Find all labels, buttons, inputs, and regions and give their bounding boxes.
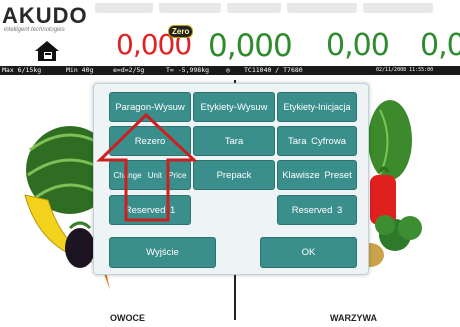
eggplant-icon <box>65 221 95 268</box>
target-icon: ◎ <box>226 66 230 74</box>
broccoli-icon <box>375 215 422 251</box>
reserved-3-button[interactable]: Reserved 3 <box>277 195 357 225</box>
brand-tagline: intelligent technologies <box>4 27 65 33</box>
status-min: Min 40g <box>66 66 94 74</box>
top-tab-strip <box>95 0 460 13</box>
status-division: e=d=2/5g <box>113 66 145 74</box>
scale-header: AKUDO intelligent technologies 0,000 Zer… <box>0 0 460 66</box>
ok-button[interactable]: OK <box>260 237 357 268</box>
rezero-button[interactable]: Rezero <box>109 126 191 156</box>
status-bar: Max 6/15kg Min 40g e=d=2/5g T= -5,998kg … <box>0 66 460 75</box>
receipt-feed-button[interactable]: Paragon-Wysuw <box>109 92 191 122</box>
tare-button[interactable]: Tara <box>193 126 275 156</box>
preset-keys-button[interactable]: Klawisze Preset <box>277 160 357 190</box>
home-icon[interactable] <box>34 40 60 62</box>
label-init-button[interactable]: Etykiety-Inicjacja <box>277 92 357 122</box>
exit-button[interactable]: Wyjście <box>109 237 216 268</box>
cabbage-icon <box>368 100 412 180</box>
total-price-display: 0,00 <box>326 28 390 63</box>
unit-price-display: 0,000 <box>208 28 293 64</box>
reserved-1-button[interactable]: Reserved 1 <box>109 195 191 225</box>
brand-logo: AKUDO <box>2 3 88 28</box>
status-terminal: TC11040 / T7680 <box>244 66 303 74</box>
prepack-button[interactable]: Prepack <box>193 160 275 190</box>
label-feed-button[interactable]: Etykiety-Wysuw <box>193 92 275 122</box>
function-menu-dialog: Paragon-Wysuw Etykiety-Wysuw Etykiety-In… <box>93 83 369 275</box>
extra-display: 0,0 <box>420 28 460 63</box>
zero-badge: Zero <box>168 25 194 38</box>
status-range: Max 6/15kg <box>2 66 42 74</box>
digital-tare-button[interactable]: Tara Cyfrowa <box>277 126 357 156</box>
category-vegetables[interactable]: WARZYWA <box>330 313 377 323</box>
category-fruits[interactable]: OWOCE <box>110 313 145 323</box>
change-unit-price-button[interactable]: Change Unit Price <box>109 160 191 190</box>
status-date: 02/11/2008 11:55:00 <box>376 67 434 73</box>
status-tare: T= -5,998kg <box>166 66 210 74</box>
